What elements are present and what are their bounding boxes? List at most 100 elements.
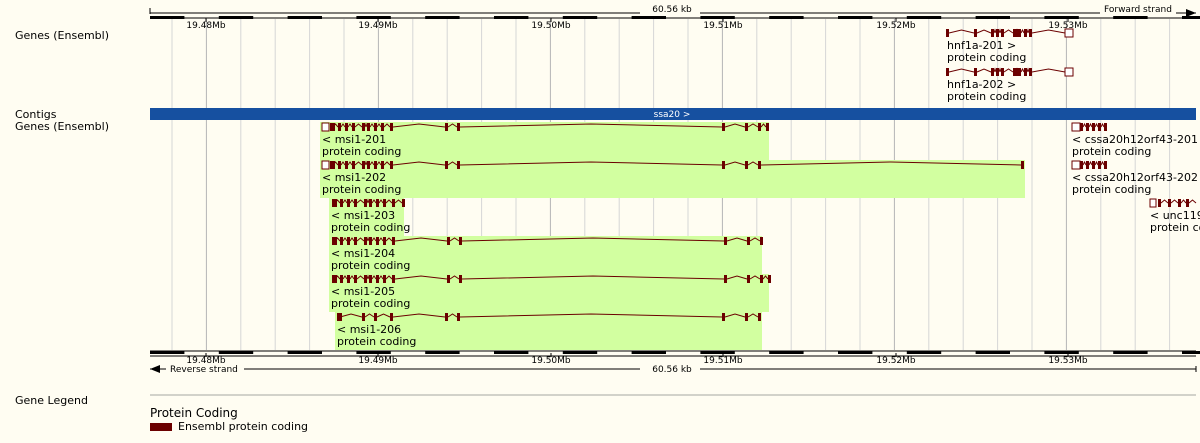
exon[interactable] — [330, 161, 335, 169]
exon[interactable] — [369, 275, 372, 283]
exon[interactable] — [392, 237, 395, 245]
contig-track[interactable]: ssa20 > — [150, 108, 1196, 120]
exon[interactable] — [1086, 123, 1089, 131]
exon[interactable] — [722, 123, 725, 131]
exon[interactable] — [991, 29, 994, 37]
exon[interactable] — [1018, 68, 1021, 76]
exon[interactable] — [376, 275, 379, 283]
utr-exon[interactable] — [321, 160, 330, 170]
exon[interactable] — [760, 275, 763, 283]
exon[interactable] — [347, 199, 350, 207]
exon[interactable] — [996, 68, 999, 76]
exon[interactable] — [364, 199, 367, 207]
exon[interactable] — [766, 123, 769, 131]
exon[interactable] — [354, 275, 357, 283]
transcript[interactable]: hnf1a-201 >protein coding — [946, 28, 1074, 64]
exon[interactable] — [1104, 161, 1107, 169]
exon[interactable] — [1029, 29, 1032, 37]
exon[interactable] — [383, 275, 386, 283]
exon[interactable] — [340, 237, 343, 245]
exon[interactable] — [369, 237, 372, 245]
exon[interactable] — [347, 275, 350, 283]
utr-exon[interactable] — [1064, 67, 1074, 77]
exon[interactable] — [332, 237, 337, 245]
exon[interactable] — [1098, 123, 1101, 131]
exon[interactable] — [1092, 123, 1095, 131]
exon[interactable] — [758, 161, 761, 169]
exon[interactable] — [745, 161, 748, 169]
exon[interactable] — [1013, 68, 1018, 76]
exon[interactable] — [457, 161, 460, 169]
exon[interactable] — [340, 275, 343, 283]
exon[interactable] — [1098, 161, 1101, 169]
exon[interactable] — [374, 313, 377, 321]
exon[interactable] — [1021, 161, 1024, 169]
exon[interactable] — [362, 313, 365, 321]
exon[interactable] — [459, 237, 462, 245]
exon[interactable] — [347, 237, 350, 245]
exon[interactable] — [352, 123, 355, 131]
transcript[interactable]: < unc119protein coding — [1149, 198, 1200, 234]
utr-exon[interactable] — [1071, 122, 1081, 132]
exon[interactable] — [1029, 68, 1032, 76]
exon[interactable] — [345, 161, 348, 169]
transcript[interactable]: hnf1a-202 >protein coding — [946, 67, 1074, 103]
exon[interactable] — [745, 313, 748, 321]
exon[interactable] — [722, 161, 725, 169]
exon[interactable] — [381, 123, 384, 131]
exon[interactable] — [352, 161, 355, 169]
exon[interactable] — [354, 237, 357, 245]
exon[interactable] — [758, 313, 761, 321]
exon[interactable] — [374, 123, 377, 131]
exon[interactable] — [747, 275, 750, 283]
exon[interactable] — [758, 123, 761, 131]
exon[interactable] — [1178, 199, 1181, 207]
exon[interactable] — [974, 68, 977, 76]
exon[interactable] — [747, 237, 750, 245]
exon[interactable] — [381, 161, 384, 169]
exon[interactable] — [724, 275, 727, 283]
exon[interactable] — [946, 29, 949, 37]
exon[interactable] — [390, 123, 393, 131]
exon[interactable] — [1086, 161, 1089, 169]
exon[interactable] — [362, 123, 365, 131]
utr-exon[interactable] — [1149, 198, 1157, 208]
exon[interactable] — [1104, 123, 1107, 131]
exon[interactable] — [445, 123, 448, 131]
exon[interactable] — [376, 237, 379, 245]
exon[interactable] — [459, 275, 462, 283]
exon[interactable] — [383, 237, 386, 245]
genome-browser-panel[interactable]: 60.56 kb Forward strand 19.48Mb 19.49Mb 19… — [0, 0, 1200, 443]
exon[interactable] — [383, 199, 386, 207]
exon[interactable] — [392, 275, 395, 283]
exon[interactable] — [1024, 68, 1027, 76]
exon[interactable] — [367, 123, 370, 131]
exon[interactable] — [332, 275, 337, 283]
exon[interactable] — [1168, 199, 1171, 207]
exon[interactable] — [722, 313, 725, 321]
exon[interactable] — [946, 68, 949, 76]
exon[interactable] — [392, 199, 395, 207]
exon[interactable] — [1001, 29, 1004, 37]
exon[interactable] — [974, 29, 977, 37]
exon[interactable] — [338, 123, 341, 131]
utr-exon[interactable] — [1064, 28, 1074, 38]
exon[interactable] — [457, 313, 460, 321]
exon[interactable] — [364, 237, 367, 245]
exon[interactable] — [364, 275, 367, 283]
exon[interactable] — [332, 199, 337, 207]
exon[interactable] — [1024, 29, 1027, 37]
exon[interactable] — [1001, 68, 1004, 76]
exon[interactable] — [362, 161, 365, 169]
exon[interactable] — [369, 199, 372, 207]
exon[interactable] — [330, 123, 335, 131]
exon[interactable] — [1018, 29, 1021, 37]
exon[interactable] — [354, 199, 357, 207]
exon[interactable] — [337, 313, 342, 321]
exon[interactable] — [345, 123, 348, 131]
utr-exon[interactable] — [321, 122, 330, 132]
exon[interactable] — [447, 275, 450, 283]
exon[interactable] — [390, 161, 393, 169]
exon[interactable] — [374, 161, 377, 169]
exon[interactable] — [991, 68, 994, 76]
